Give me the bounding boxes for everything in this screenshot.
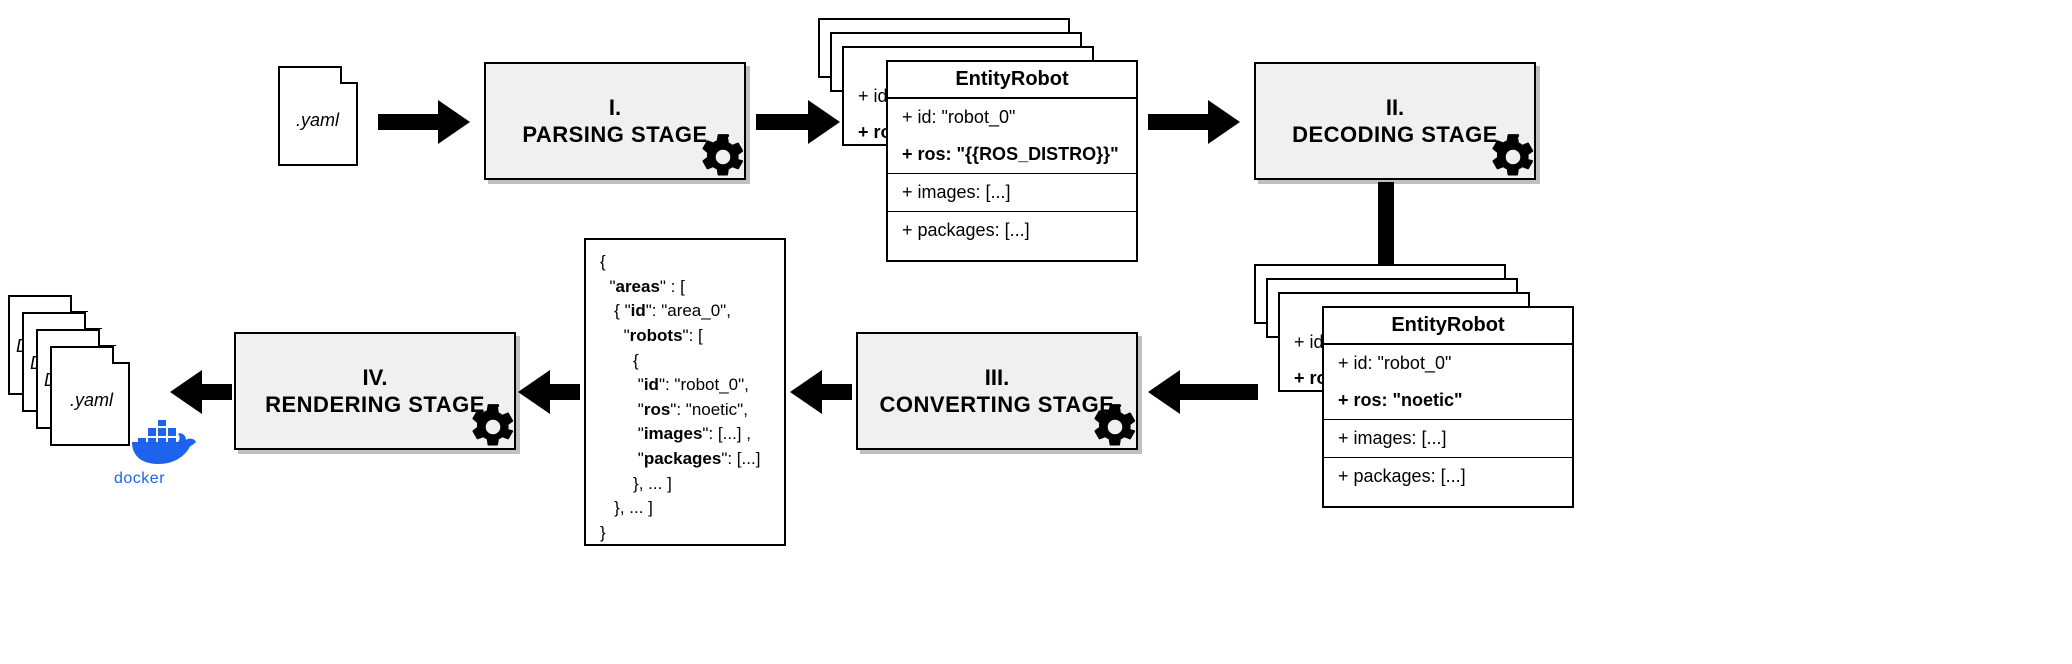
stage-rendering: IV. RENDERING STAGE <box>234 332 516 450</box>
arrow-converting-to-json <box>790 370 850 414</box>
entity1-id: + id: "robot_0" <box>888 99 1136 136</box>
stage-converting-num: III. <box>985 364 1009 393</box>
entity2-title: EntityRobot <box>1324 308 1572 345</box>
docker-whale-icon <box>130 420 202 470</box>
entity1-ros: + ros: "{{ROS_DISTRO}}" <box>888 136 1136 173</box>
stage-converting: III. CONVERTING STAGE <box>856 332 1138 450</box>
stage-decoding-num: II. <box>1386 94 1404 123</box>
gear-icon <box>468 402 518 452</box>
stage-decoding-name: DECODING STAGE <box>1292 122 1498 148</box>
stage-decoding: II. DECODING STAGE <box>1254 62 1536 180</box>
arrow-parsing-to-entity1 <box>756 100 846 144</box>
arrow-input-to-parsing <box>378 100 478 144</box>
entity1-title: EntityRobot <box>888 62 1136 99</box>
entity2-packages: + packages: [...] <box>1324 457 1572 495</box>
stage-rendering-name: RENDERING STAGE <box>265 392 485 418</box>
json-output-box: { "areas" : [ { "id": "area_0", "robots"… <box>584 238 786 546</box>
arrow-entity1-to-decoding <box>1148 100 1248 144</box>
entity1-packages: + packages: [...] <box>888 211 1136 249</box>
arrow-json-to-rendering <box>518 370 578 414</box>
stage-parsing-num: I. <box>609 94 621 123</box>
arrow-entity2-to-converting <box>1148 370 1258 414</box>
entity2-card: EntityRobot + id: "robot_0" + ros: "noet… <box>1322 306 1574 508</box>
entity2-id: + id: "robot_0" <box>1324 345 1572 382</box>
arrow-rendering-to-output <box>170 370 230 414</box>
entity2-ros: + ros: "noetic" <box>1324 382 1572 419</box>
entity1-images: + images: [...] <box>888 173 1136 211</box>
stage-parsing: I. PARSING STAGE <box>484 62 746 180</box>
stage-rendering-num: IV. <box>363 364 388 393</box>
entity1-card: EntityRobot + id: "robot_0" + ros: "{{RO… <box>886 60 1138 262</box>
gear-icon <box>1488 132 1538 182</box>
stage-parsing-name: PARSING STAGE <box>522 122 707 148</box>
gear-icon <box>1090 402 1140 452</box>
docker-label: docker <box>114 470 165 488</box>
stage-converting-name: CONVERTING STAGE <box>880 392 1115 418</box>
entity2-images: + images: [...] <box>1324 419 1572 457</box>
output-doc-1-label: .yaml <box>70 390 113 411</box>
gear-icon <box>698 132 748 182</box>
input-yaml-label: .yaml <box>296 110 339 131</box>
